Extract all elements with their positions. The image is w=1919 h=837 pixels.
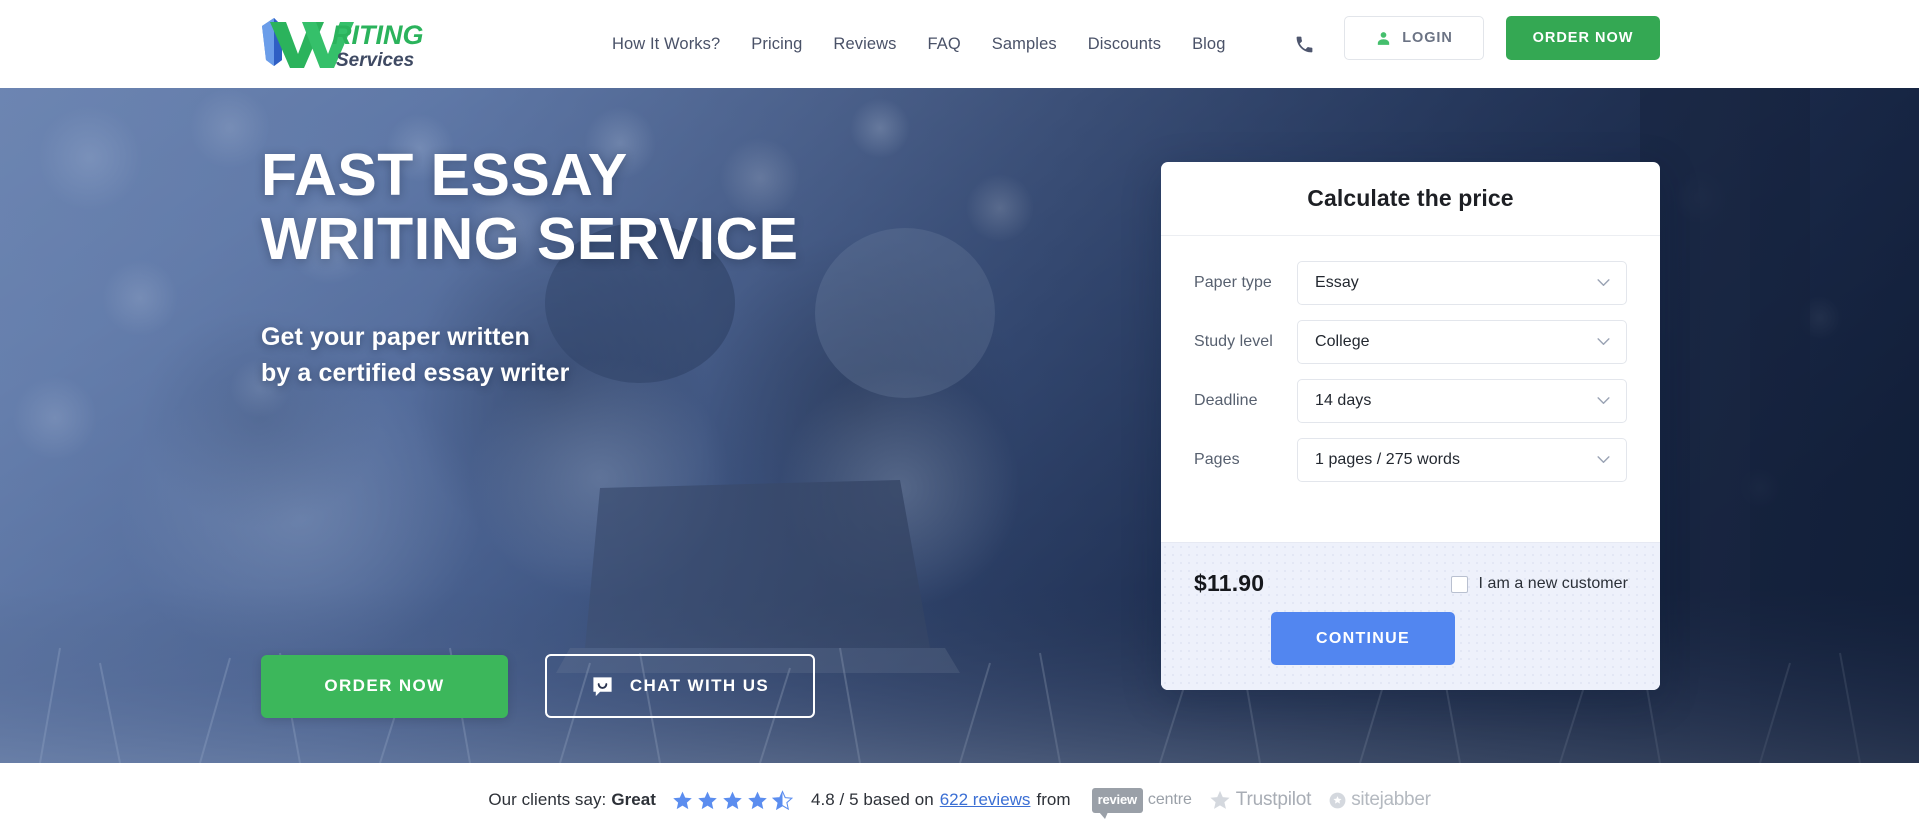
phone-icon[interactable]: [1283, 24, 1325, 64]
calculated-price: $11.90: [1194, 570, 1265, 596]
nav-item-reviews[interactable]: Reviews: [833, 35, 896, 54]
field-pages: Pages 1 pages / 275 words: [1194, 438, 1627, 482]
site-header: RITING Services How It Works? Pricing Re…: [0, 0, 1919, 88]
nav-item-samples[interactable]: Samples: [992, 35, 1057, 54]
brand-review-centre[interactable]: review centre: [1091, 787, 1192, 819]
study-level-value: College: [1315, 333, 1370, 350]
header-order-now-button[interactable]: ORDER NOW: [1506, 16, 1660, 60]
hero-heading: FAST ESSAY WRITING SERVICE: [261, 142, 1161, 272]
continue-label: CONTINUE: [1316, 629, 1410, 647]
review-centre-badge-text: review: [1097, 791, 1137, 807]
hero-order-now-label: ORDER NOW: [324, 676, 445, 695]
pages-value: 1 pages / 275 words: [1315, 451, 1461, 468]
nav-item-discounts[interactable]: Discounts: [1088, 35, 1161, 54]
logo-riting-text: RITING: [332, 20, 424, 50]
paper-type-select[interactable]: Essay: [1297, 261, 1627, 305]
review-prefix: Our clients say:: [488, 790, 607, 809]
new-customer-label: I am a new customer: [1478, 575, 1628, 592]
star-icon-filled: [698, 791, 717, 809]
review-bar-inner: Our clients say: Great 4.8 / 5 based on …: [488, 787, 1431, 819]
review-centre-word: centre: [1147, 791, 1192, 808]
hero-subheading: Get your paper written by a certified es…: [261, 320, 1161, 391]
field-deadline: Deadline 14 days: [1194, 379, 1627, 423]
chevron-down-icon: [1597, 338, 1610, 345]
chevron-down-icon: [1597, 397, 1610, 404]
paper-type-label: Paper type: [1194, 274, 1272, 291]
login-label: LOGIN: [1402, 30, 1453, 46]
star-icon-filled: [723, 791, 742, 809]
trustpilot-name: Trustpilot: [1235, 789, 1312, 810]
hero-order-now-button[interactable]: ORDER NOW: [261, 654, 508, 718]
deadline-value: 14 days: [1315, 392, 1372, 409]
continue-button[interactable]: CONTINUE: [1271, 612, 1455, 665]
pages-label: Pages: [1194, 451, 1240, 468]
calculator-title: Calculate the price: [1161, 162, 1660, 236]
chat-with-us-button[interactable]: CHAT WITH US: [545, 654, 815, 718]
review-from-text: from: [1036, 790, 1071, 809]
new-customer-checkbox[interactable]: [1450, 575, 1468, 593]
review-score-text: 4.8 / 5 based on: [810, 790, 934, 809]
sitejabber-icon: [1329, 792, 1346, 808]
header-order-now-label: ORDER NOW: [1532, 30, 1634, 46]
hero-cta-group: ORDER NOW CHAT WITH US: [261, 654, 815, 718]
hero-heading-line-2: WRITING SERVICE: [261, 205, 799, 272]
field-study-level: Study level College: [1194, 320, 1627, 364]
review-bar: Our clients say: Great 4.8 / 5 based on …: [0, 763, 1919, 837]
brand-sitejabber[interactable]: sitejabber: [1328, 789, 1431, 811]
chat-bubble-icon: [593, 676, 612, 696]
deadline-select[interactable]: 14 days: [1297, 379, 1627, 423]
sitejabber-name: sitejabber: [1351, 789, 1431, 810]
hero-subheading-line-2: by a certified essay writer: [261, 358, 570, 387]
study-level-select[interactable]: College: [1297, 320, 1627, 364]
deadline-label: Deadline: [1194, 392, 1258, 409]
chevron-down-icon: [1597, 279, 1610, 286]
logo-svg: RITING Services: [262, 18, 424, 71]
reviews-count-link[interactable]: 622 reviews: [940, 790, 1031, 810]
main-navigation: How It Works? Pricing Reviews FAQ Sample…: [612, 0, 1226, 88]
hero-heading-line-1: FAST ESSAY: [261, 142, 628, 208]
logo-services-text: Services: [336, 50, 414, 71]
pages-select[interactable]: 1 pages / 275 words: [1297, 438, 1627, 482]
star-icon-filled: [673, 791, 692, 809]
phone-glyph: [1296, 36, 1312, 52]
star-icon-half: [771, 789, 793, 810]
new-customer-row[interactable]: I am a new customer: [1450, 575, 1628, 593]
calculator-footer: $11.90 I am a new customer CONTINUE: [1161, 542, 1660, 690]
study-level-label: Study level: [1194, 333, 1273, 350]
chevron-down-icon: [1597, 456, 1610, 463]
nav-item-blog[interactable]: Blog: [1192, 35, 1225, 54]
hero-subheading-line-1: Get your paper written: [261, 323, 530, 352]
field-paper-type: Paper type Essay: [1194, 261, 1627, 305]
nav-item-how-it-works[interactable]: How It Works?: [612, 35, 720, 54]
login-button[interactable]: LOGIN: [1344, 16, 1484, 60]
hero-text-block: FAST ESSAY WRITING SERVICE Get your pape…: [261, 142, 1161, 391]
star-icon: [1210, 790, 1230, 809]
star-rating: [672, 789, 793, 811]
review-centre-badge: review: [1091, 787, 1143, 819]
nav-item-faq[interactable]: FAQ: [927, 35, 960, 54]
review-rating-word: Great: [611, 790, 656, 809]
nav-item-pricing[interactable]: Pricing: [751, 35, 802, 54]
price-calculator-card: Calculate the price Paper type Essay Stu…: [1161, 162, 1660, 690]
star-icon-filled: [748, 791, 767, 809]
site-logo[interactable]: RITING Services: [252, 14, 452, 72]
brand-trustpilot[interactable]: Trustpilot: [1209, 789, 1311, 811]
user-icon: [1378, 31, 1390, 45]
paper-type-value: Essay: [1315, 274, 1359, 291]
calculator-fields: Paper type Essay Study level College Dea…: [1161, 236, 1660, 500]
review-brand-logos: review centre Trustpilot sitejabber: [1091, 787, 1431, 819]
chat-with-us-label: CHAT WITH US: [629, 676, 770, 695]
